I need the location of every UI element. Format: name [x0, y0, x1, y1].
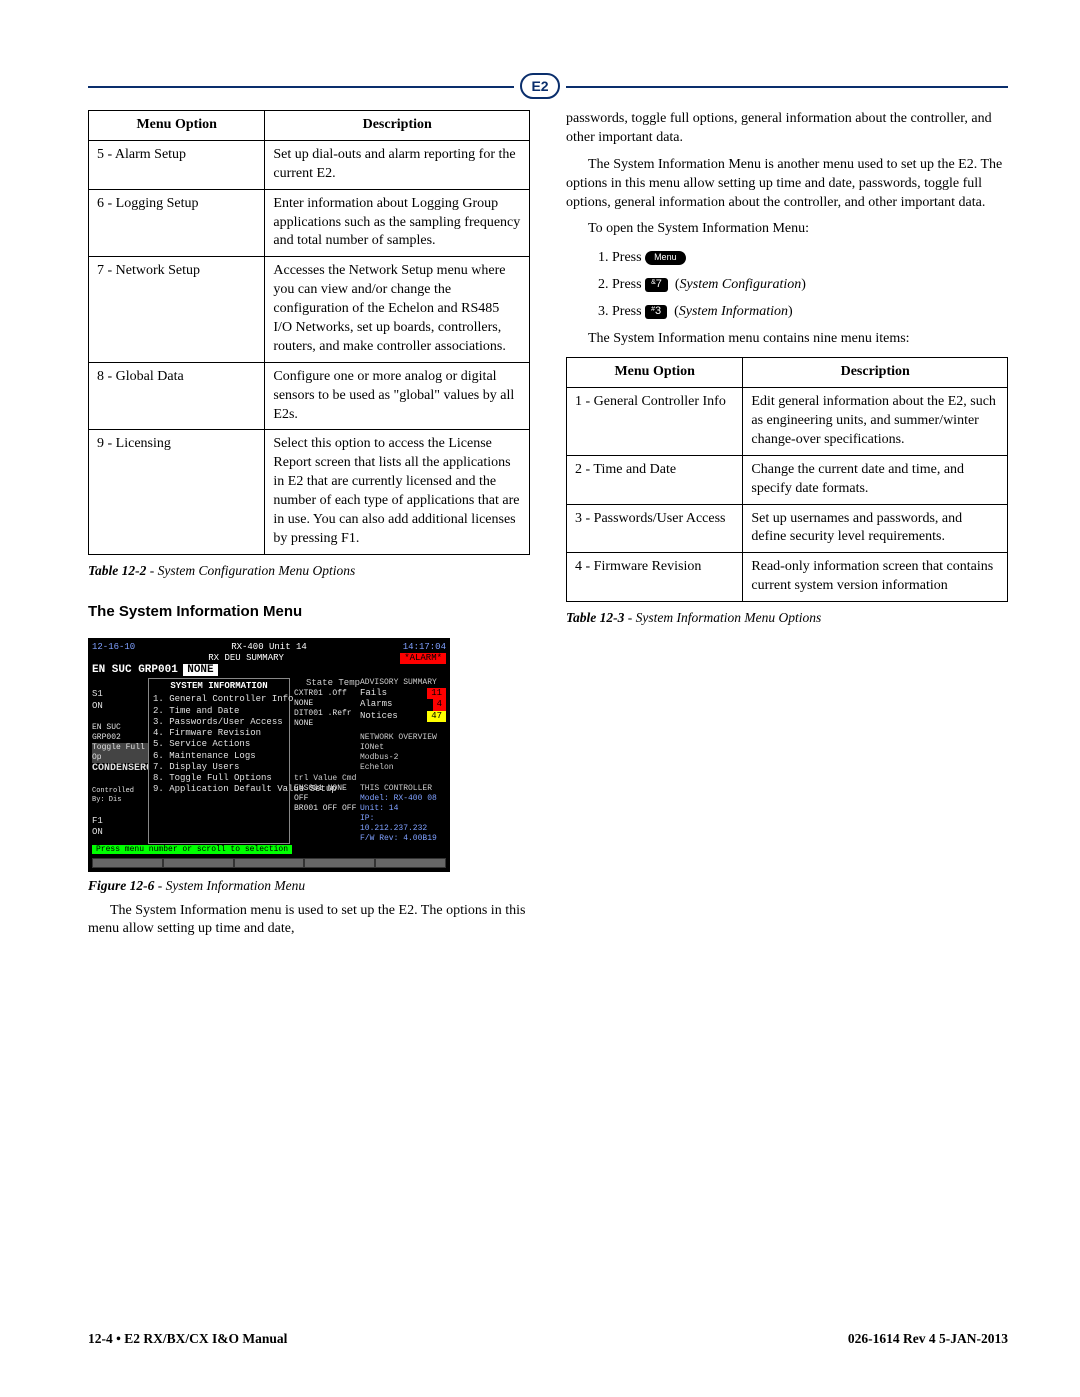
para4: The System Information menu contains nin…: [566, 330, 1008, 349]
t12-3-header-desc: Description: [743, 358, 1008, 388]
section-title-sys-info: The System Information Menu: [88, 603, 530, 620]
left-column: Menu Option Description 5 - Alarm Setup …: [88, 110, 530, 947]
table-row: 7 - Network Setup Accesses the Network S…: [89, 257, 530, 362]
svg-text:E2: E2: [531, 78, 548, 94]
table-row: 4 - Firmware Revision Read-only informat…: [567, 553, 1008, 602]
right-column: passwords, toggle full options, general …: [566, 110, 1008, 947]
t12-2-header-desc: Description: [265, 111, 530, 141]
step-2: Press &7 (System Configuration): [612, 274, 1008, 295]
table-row: 1 - General Controller Info Edit general…: [567, 388, 1008, 456]
page: E2 Menu Option Description 5 - Alarm Set…: [0, 0, 1080, 1397]
table-12-2-caption: Table 12-2 - System Configuration Menu O…: [88, 563, 530, 579]
table-row: 8 - Global Data Configure one or more an…: [89, 362, 530, 430]
para3: To open the System Information Menu:: [566, 220, 1008, 239]
step-1: Press Menu: [612, 247, 1008, 268]
table-12-3-caption: Table 12-3 - System Information Menu Opt…: [566, 610, 1008, 626]
figure-12-6: 12-16-10 RX-400 Unit 14 14:17:04 RX DEU …: [88, 638, 450, 872]
figure-menu: SYSTEM INFORMATION 1. General Controller…: [148, 678, 290, 844]
table-12-2: Menu Option Description 5 - Alarm Setup …: [88, 110, 530, 555]
para2: The System Information Menu is another m…: [566, 156, 1008, 213]
page-footer: 12-4 • E2 RX/BX/CX I&O Manual 026-1614 R…: [88, 1331, 1008, 1347]
table-row: 3 - Passwords/User Access Set up usernam…: [567, 504, 1008, 553]
para-continued: passwords, toggle full options, general …: [566, 110, 1008, 148]
menu-key-icon: Menu: [645, 251, 686, 265]
table-row: 5 - Alarm Setup Set up dial-outs and ala…: [89, 140, 530, 189]
key-7-icon: &7: [645, 278, 668, 292]
step-3: Press #3 (System Information): [612, 301, 1008, 322]
table-row: 6 - Logging Setup Enter information abou…: [89, 189, 530, 257]
table-12-3: Menu Option Description 1 - General Cont…: [566, 357, 1008, 602]
table-row: 9 - Licensing Select this option to acce…: [89, 430, 530, 554]
key-3-icon: #3: [645, 305, 667, 319]
figure-12-6-caption: Figure 12-6 - System Information Menu: [88, 878, 530, 894]
t12-3-header-option: Menu Option: [567, 358, 743, 388]
para-after-figure: The System Information menu is used to s…: [88, 902, 530, 940]
t12-2-header-option: Menu Option: [89, 111, 265, 141]
logo: E2: [514, 73, 566, 99]
footer-left: 12-4 • E2 RX/BX/CX I&O Manual: [88, 1331, 287, 1347]
footer-right: 026-1614 Rev 4 5-JAN-2013: [848, 1331, 1008, 1347]
table-row: 2 - Time and Date Change the current dat…: [567, 455, 1008, 504]
steps-list: Press Menu Press &7 (System Configuratio…: [566, 247, 1008, 322]
